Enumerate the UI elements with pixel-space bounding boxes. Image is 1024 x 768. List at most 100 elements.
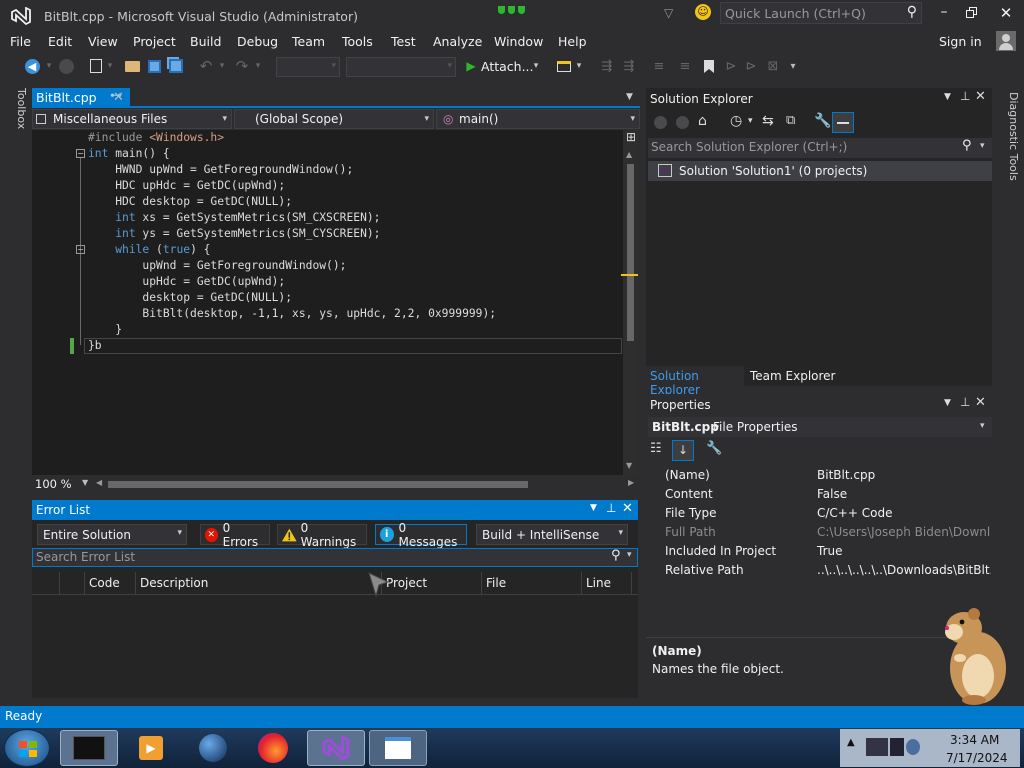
scope-combo[interactable]: (Global Scope) ▾ (234, 109, 434, 129)
error-scope-combo[interactable]: Entire Solution ▾ (37, 524, 187, 545)
menu-edit[interactable]: Edit (48, 32, 72, 52)
undo-dropdown-icon[interactable]: ▾ (216, 54, 228, 78)
close-error-list-icon[interactable]: ✕ (622, 501, 633, 516)
tab-solution-explorer[interactable]: Solution Explorer (646, 366, 744, 397)
sign-in-link[interactable]: Sign in (939, 32, 982, 52)
column-severity[interactable] (60, 572, 85, 594)
close-solution-explorer-icon[interactable]: ✕ (975, 89, 986, 104)
filter-dropdown-icon[interactable]: ▾ (748, 116, 753, 126)
back-icon[interactable] (654, 116, 667, 129)
step-over-icon[interactable]: ⇶ (620, 54, 638, 78)
close-tab-icon[interactable]: ✕ (113, 90, 124, 105)
network-tray-icon[interactable] (866, 738, 888, 756)
property-pages-wrench-icon[interactable]: 🔧 (706, 441, 722, 456)
show-hidden-icons-icon[interactable]: ▲ (847, 737, 855, 748)
attach-button[interactable]: Attach... (481, 54, 534, 78)
menu-view[interactable]: View (88, 32, 118, 52)
quick-launch-input[interactable]: Quick Launch (Ctrl+Q) ⚲ (720, 2, 922, 24)
zoom-dropdown-icon[interactable]: ▼ (82, 478, 88, 487)
feedback-smiley-icon[interactable]: ☺ (695, 4, 711, 20)
properties-wrench-icon[interactable]: 🔧 (814, 113, 831, 129)
property-value[interactable]: True (817, 542, 991, 561)
messages-filter-button[interactable]: i 0 Messages (375, 521, 467, 549)
start-button[interactable] (4, 729, 50, 767)
menu-test[interactable]: Test (391, 32, 416, 52)
minimize-button[interactable]: – (932, 4, 956, 24)
column-project[interactable]: Project (382, 572, 482, 594)
forward-icon[interactable] (676, 116, 689, 129)
editor-vertical-scroll-thumb[interactable] (627, 164, 634, 341)
restore-button[interactable] (964, 6, 980, 20)
clear-bookmarks-icon[interactable]: ⊠ (764, 54, 782, 78)
project-combo[interactable]: Miscellaneous Files ▾ (32, 109, 232, 129)
panel-menu-icon[interactable]: ▼ (944, 398, 951, 408)
categorized-view-icon[interactable]: ☷ (650, 441, 662, 456)
taskbar-visual-studio-app[interactable] (307, 730, 365, 766)
errors-filter-button[interactable]: ✕ 0 Errors (200, 521, 270, 549)
toolbar-overflow-icon[interactable]: ▾ (786, 54, 800, 78)
property-value[interactable]: ..\..\..\..\..\..\Downloads\BitBlt.cp (817, 561, 991, 580)
taskbar-notepad-app[interactable] (369, 730, 427, 766)
solution-node[interactable]: Solution 'Solution1' (0 projects) (648, 161, 992, 181)
properties-object-combo[interactable]: BitBlt.cpp File Properties ▾ (648, 417, 992, 437)
menu-tools[interactable]: Tools (342, 32, 373, 52)
panel-menu-icon[interactable]: ▼ (944, 92, 951, 102)
editor-horizontal-scroll-thumb[interactable] (108, 481, 528, 488)
search-options-dropdown-icon[interactable]: ▾ (627, 550, 632, 560)
scroll-left-icon[interactable]: ◀ (96, 478, 102, 487)
navigate-forward-icon[interactable] (56, 54, 76, 78)
home-icon[interactable]: ⌂ (698, 113, 707, 129)
clock-time[interactable]: 3:34 AM (950, 733, 999, 747)
code-editor[interactable]: − − #include <Windows.h> int main() { HWN… (32, 130, 638, 475)
tab-team-explorer[interactable]: Team Explorer (746, 366, 836, 386)
property-value[interactable]: C/C++ Code (817, 504, 991, 523)
volume-tray-icon[interactable] (890, 738, 904, 756)
taskbar-firefox-app[interactable] (244, 730, 302, 766)
search-options-dropdown-icon[interactable]: ▾ (980, 141, 985, 151)
alphabetical-view-icon[interactable]: ↓ (672, 440, 694, 461)
navigate-back-icon[interactable]: ◀ (22, 54, 42, 78)
save-icon[interactable] (144, 54, 164, 78)
scroll-down-icon[interactable]: ▼ (626, 461, 632, 470)
property-value[interactable]: False (817, 485, 991, 504)
menu-help[interactable]: Help (558, 32, 587, 52)
open-file-icon[interactable] (122, 54, 142, 78)
preview-selected-items-icon[interactable] (832, 112, 854, 133)
attach-dropdown-icon[interactable]: ▾ (530, 54, 542, 78)
column-description[interactable]: Description (136, 572, 382, 594)
menu-build[interactable]: Build (190, 32, 221, 52)
back-dropdown-icon[interactable]: ▾ (42, 54, 56, 78)
toolbox-tab[interactable]: Toolbox (6, 88, 28, 148)
indent-icon[interactable]: ≡ (676, 54, 694, 78)
column-line[interactable]: Line (582, 572, 632, 594)
outdent-icon[interactable]: ≡ (650, 54, 668, 78)
warnings-filter-button[interactable]: 0 Warnings (277, 521, 367, 549)
collapse-main-icon[interactable]: − (76, 149, 85, 158)
property-value[interactable]: BitBlt.cpp (817, 466, 991, 485)
column-icon[interactable] (32, 572, 60, 594)
new-project-icon[interactable] (86, 54, 106, 78)
close-properties-icon[interactable]: ✕ (975, 395, 986, 410)
step-into-icon[interactable]: ⇶ (598, 54, 616, 78)
zoom-level[interactable]: 100 % (35, 477, 72, 491)
menu-file[interactable]: File (10, 32, 31, 52)
bookmark-icon[interactable] (700, 54, 718, 78)
property-value[interactable]: C:\Users\Joseph Biden\Download (817, 523, 991, 542)
taskbar-media-player-app[interactable]: ▶ (122, 730, 180, 766)
column-file[interactable]: File (482, 572, 582, 594)
member-combo[interactable]: ◎ main() ▾ (436, 109, 640, 129)
auto-hide-pin-icon[interactable]: ⊥ (960, 395, 970, 409)
scroll-up-icon[interactable]: ▲ (626, 150, 635, 159)
auto-hide-pin-icon[interactable]: ⊥ (606, 501, 616, 515)
panel-menu-icon[interactable]: ▼ (590, 503, 597, 513)
account-avatar-icon[interactable] (996, 31, 1016, 51)
pending-changes-filter-icon[interactable]: ◷ (730, 113, 742, 129)
search-error-list-input[interactable]: Search Error List ⚲ ▾ (32, 548, 638, 567)
diagnostic-tools-tab[interactable]: Diagnostic Tools (998, 92, 1020, 192)
taskbar-terminal-app[interactable] (60, 730, 118, 766)
browser-link-dropdown-icon[interactable]: ▾ (574, 54, 584, 78)
solution-configuration-combo[interactable]: ▾ (276, 57, 340, 77)
start-debugging-icon[interactable]: ▶ (464, 54, 478, 78)
prev-bookmark-icon[interactable]: ⊳ (722, 54, 740, 78)
scroll-right-icon[interactable]: ▶ (628, 478, 634, 487)
